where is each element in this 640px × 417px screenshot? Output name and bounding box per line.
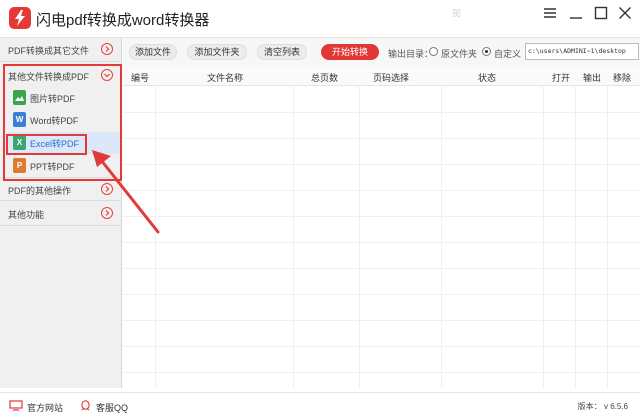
output-dir-label: 输出目录：	[388, 49, 434, 59]
grid-line	[123, 346, 640, 347]
radio-original-label: 原文件夹	[441, 49, 478, 59]
column-header: 文件名称	[207, 73, 244, 83]
menu-icon[interactable]	[540, 4, 560, 22]
grid-line	[155, 86, 156, 388]
column-header: 编号	[131, 73, 150, 83]
sidebar-section-pdf-to-other[interactable]: PDF转换成其它文件	[0, 38, 122, 62]
column-header: 总页数	[311, 73, 339, 83]
radio-custom-folder[interactable]	[482, 47, 491, 56]
qq-support-link[interactable]: 客服QQ	[96, 401, 128, 414]
watermark-icon: ꕤ	[452, 8, 462, 20]
grid-line	[123, 294, 640, 295]
column-header: 输出	[583, 73, 602, 83]
radio-original-folder[interactable]	[429, 47, 438, 56]
grid-line	[123, 242, 640, 243]
add-folder-button[interactable]: 添加文件夹	[187, 44, 247, 60]
toolbar: 添加文件 添加文件夹 清空列表 开始转换 输出目录： 原文件夹 自定义 c:\u…	[123, 38, 640, 66]
website-icon	[9, 400, 23, 413]
website-link[interactable]: 官方网站	[27, 401, 63, 414]
grid-line	[123, 216, 640, 217]
grid-line	[359, 86, 360, 388]
column-header: 移除	[613, 73, 632, 83]
grid-line	[123, 320, 640, 321]
qq-icon	[80, 400, 91, 414]
grid-line	[293, 86, 294, 388]
grid-line	[607, 86, 608, 388]
chevron-right-icon	[101, 43, 113, 55]
grid-line	[123, 138, 640, 139]
grid-line	[441, 86, 442, 388]
grid-line	[575, 86, 576, 388]
add-file-button[interactable]: 添加文件	[129, 44, 177, 60]
output-path-input[interactable]: c:\users\ADMINI~1\desktop	[525, 43, 639, 60]
column-header: 页码选择	[373, 73, 410, 83]
app-logo-icon	[9, 7, 31, 29]
close-icon[interactable]	[615, 4, 635, 22]
section-label: 其他功能	[8, 210, 45, 220]
section-label: PDF的其他操作	[8, 186, 72, 196]
radio-custom-label: 自定义	[494, 49, 522, 59]
chevron-right-icon	[101, 183, 113, 195]
grid-line	[123, 372, 640, 373]
version-value: v 6.5.6	[603, 402, 628, 411]
sidebar-section-other-functions[interactable]: 其他功能	[0, 202, 122, 226]
chevron-right-icon	[101, 207, 113, 219]
section-label: PDF转换成其它文件	[8, 46, 90, 56]
app-title: 闪电pdf转换成word转换器	[36, 12, 210, 29]
highlight-box-excel	[6, 134, 87, 155]
highlight-box-section	[3, 64, 122, 181]
grid-line	[543, 86, 544, 388]
maximize-icon[interactable]	[591, 4, 611, 22]
title-bar: 闪电pdf转换成word转换器 ꕤ	[0, 0, 640, 38]
clear-list-button[interactable]: 清空列表	[257, 44, 307, 60]
column-header: 打开	[552, 73, 571, 83]
table-header: 编号 文件名称 总页数 页码选择 状态 打开 输出 移除	[123, 66, 640, 86]
grid-line	[123, 164, 640, 165]
grid-line	[123, 268, 640, 269]
file-table: 编号 文件名称 总页数 页码选择 状态 打开 输出 移除	[123, 66, 640, 388]
start-convert-button[interactable]: 开始转换	[321, 44, 379, 60]
status-bar: 官方网站 客服QQ 版本： v 6.5.6	[0, 392, 640, 417]
version-text: 版本： v 6.5.6	[578, 401, 628, 412]
version-label: 版本：	[577, 402, 602, 411]
grid-line	[123, 190, 640, 191]
minimize-icon[interactable]	[566, 4, 586, 22]
grid-line	[123, 112, 640, 113]
column-header: 状态	[478, 73, 497, 83]
